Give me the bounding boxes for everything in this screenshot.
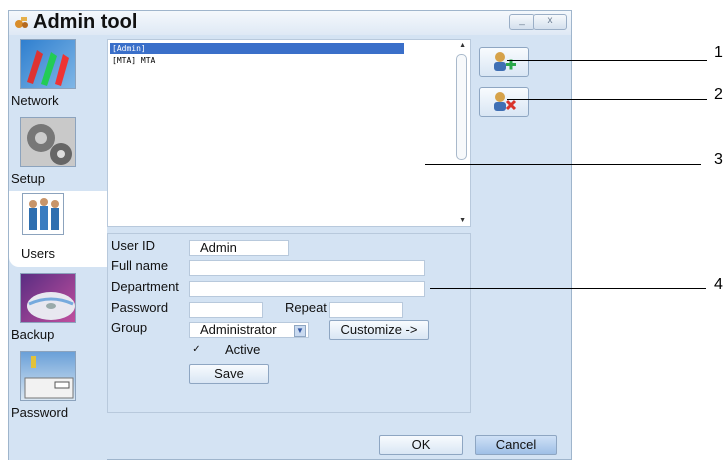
sidebar-item-users[interactable]: Users bbox=[9, 191, 107, 267]
user-id-label: User ID bbox=[111, 238, 156, 253]
sidebar-item-password[interactable]: Password bbox=[9, 347, 107, 423]
active-label: Active bbox=[225, 342, 261, 357]
add-user-icon bbox=[494, 52, 516, 71]
sidebar-item-label: Backup bbox=[11, 327, 55, 342]
admin-tool-window: Admin tool _ x Network Setup Users Backu… bbox=[8, 10, 572, 460]
sidebar-item-label: Setup bbox=[11, 171, 45, 186]
callout-number-2: 2 bbox=[714, 86, 723, 103]
chevron-down-icon[interactable]: ▼ bbox=[294, 325, 306, 337]
network-icon bbox=[20, 39, 76, 89]
list-scrollbar[interactable]: ▲ ▼ bbox=[454, 40, 470, 226]
user-list[interactable]: [Admin] [MTA] MTA ▲ ▼ bbox=[107, 39, 471, 227]
customize-button[interactable]: Customize -> bbox=[329, 320, 429, 340]
user-form: User ID Admin Full name Department Passw… bbox=[107, 233, 471, 413]
sidebar-item-backup[interactable]: Backup bbox=[9, 269, 107, 345]
group-label: Group bbox=[111, 320, 148, 335]
callout-number-1: 1 bbox=[714, 44, 723, 61]
user-id-field[interactable]: Admin bbox=[189, 240, 289, 256]
sidebar: Network Setup Users Backup Password bbox=[9, 35, 107, 460]
password-key-icon bbox=[20, 351, 76, 401]
callout-number-3: 3 bbox=[714, 151, 723, 168]
repeat-password-field[interactable] bbox=[329, 302, 403, 318]
sidebar-item-label: Network bbox=[11, 93, 59, 108]
callout-line-3 bbox=[425, 164, 701, 165]
save-button[interactable]: Save bbox=[189, 364, 269, 384]
callout-number-4: 4 bbox=[714, 276, 723, 293]
app-icon bbox=[15, 17, 28, 28]
scroll-up-icon[interactable]: ▲ bbox=[459, 42, 466, 49]
password-field[interactable] bbox=[189, 302, 263, 318]
list-item[interactable]: [MTA] MTA bbox=[110, 55, 155, 66]
close-button[interactable]: x bbox=[533, 14, 567, 30]
add-user-button[interactable] bbox=[479, 47, 529, 77]
delete-user-icon bbox=[494, 92, 517, 111]
cancel-button[interactable]: Cancel bbox=[475, 435, 557, 455]
repeat-label: Repeat bbox=[285, 300, 327, 315]
department-label: Department bbox=[111, 279, 179, 294]
callout-line-2 bbox=[507, 99, 707, 100]
password-label: Password bbox=[111, 300, 169, 315]
group-select[interactable]: Administrator ▼ bbox=[189, 322, 309, 338]
backup-cd-icon bbox=[20, 273, 76, 323]
setup-gears-icon bbox=[20, 117, 76, 167]
callout-line-4 bbox=[430, 288, 706, 289]
sidebar-item-network[interactable]: Network bbox=[9, 35, 107, 111]
list-item[interactable]: [Admin] bbox=[110, 43, 404, 54]
scroll-down-icon[interactable]: ▼ bbox=[459, 217, 466, 224]
scroll-thumb[interactable] bbox=[456, 54, 467, 160]
sidebar-item-label: Password bbox=[11, 405, 69, 420]
sidebar-item-setup[interactable]: Setup bbox=[9, 113, 107, 189]
title-bar[interactable]: Admin tool _ x bbox=[9, 11, 571, 35]
users-icon bbox=[22, 193, 64, 235]
delete-user-button[interactable] bbox=[479, 87, 529, 117]
sidebar-item-label: Users bbox=[21, 246, 55, 261]
group-select-value: Administrator bbox=[200, 322, 277, 337]
active-checkbox[interactable]: ✓ bbox=[191, 344, 202, 355]
minimize-button[interactable]: _ bbox=[509, 14, 535, 30]
full-name-label: Full name bbox=[111, 258, 169, 273]
full-name-field[interactable] bbox=[189, 260, 425, 276]
window-title: Admin tool bbox=[33, 11, 138, 33]
department-field[interactable] bbox=[189, 281, 425, 297]
callout-line-1 bbox=[507, 60, 707, 61]
ok-button[interactable]: OK bbox=[379, 435, 463, 455]
